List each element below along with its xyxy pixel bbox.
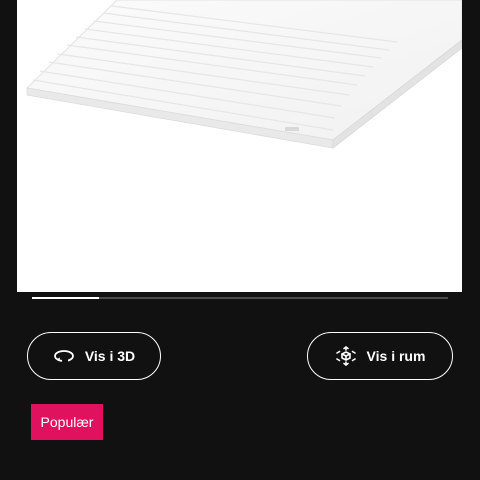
view-in-room-button[interactable]: Vis i rum [307,332,453,380]
view-in-room-label: Vis i rum [366,348,426,364]
carousel-progress-bar[interactable] [32,297,448,299]
ar-cube-icon [335,345,357,367]
view-in-3d-button[interactable]: Vis i 3D [27,332,161,380]
popular-badge: Populær [31,404,103,440]
rotate-360-icon [53,345,75,367]
mattress-topper-illustration [25,0,462,149]
product-image[interactable] [17,0,462,292]
carousel-progress-fill [32,297,99,299]
product-screen: Vis i 3D Vis i rum Populær [0,0,480,480]
view-in-3d-label: Vis i 3D [84,348,136,364]
